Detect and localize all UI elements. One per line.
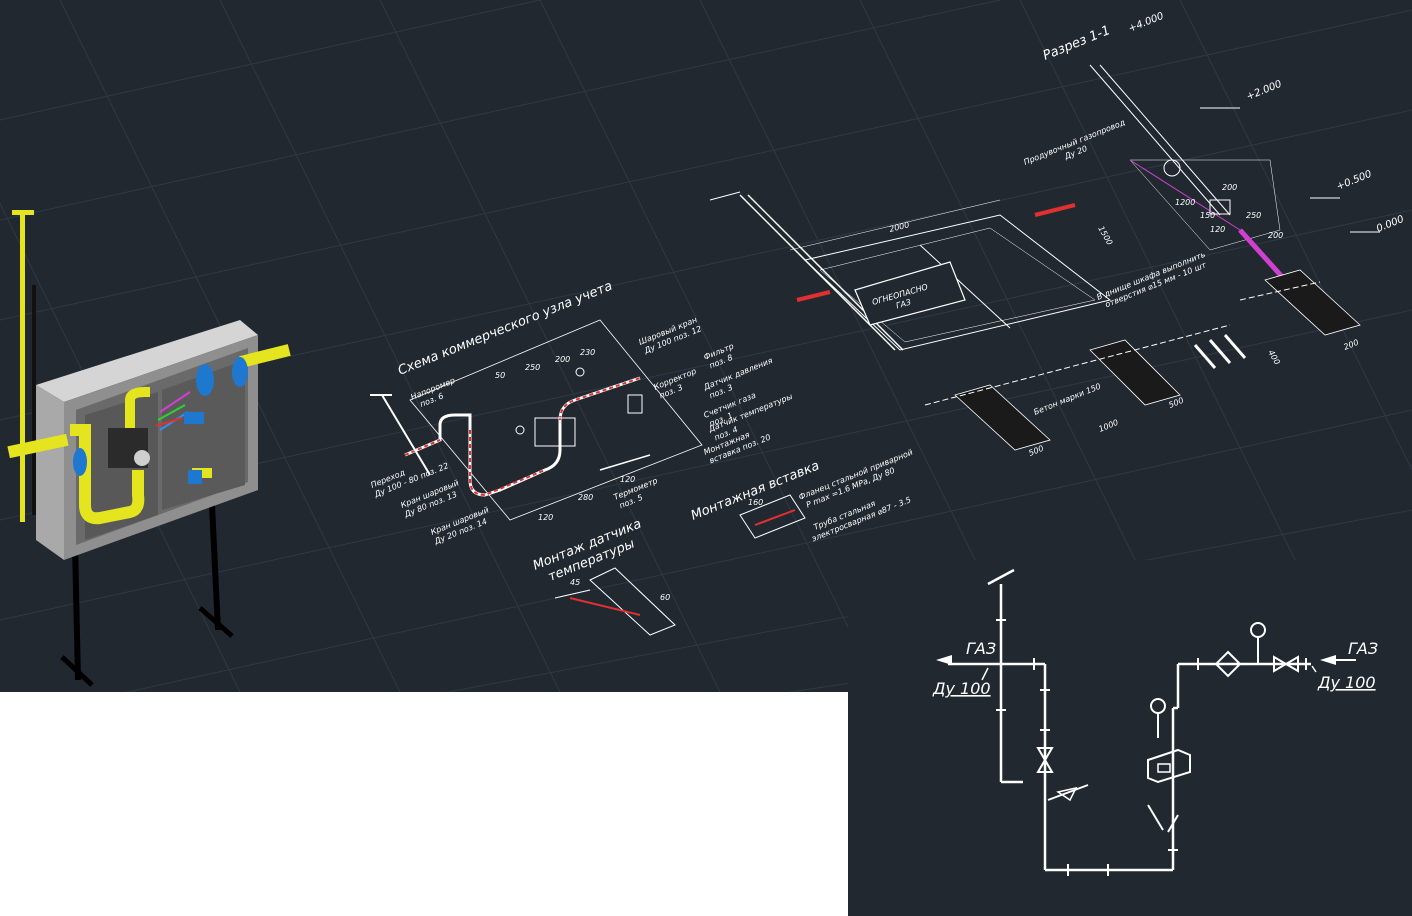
arrow-out-icon: [936, 655, 952, 665]
scheme-dim-top-4: 230: [580, 348, 595, 357]
gas-in-dn: Ду 100: [1317, 673, 1376, 692]
scheme-title: Схема коммерческого узла учета: [396, 279, 615, 379]
gas-out-dn: Ду 100: [932, 679, 991, 698]
dim-400: 400: [1266, 349, 1281, 367]
flow-schematic: ГАЗ Ду 100 ГАЗ Ду 100: [932, 568, 1378, 876]
pressure-gauge-icon: [1250, 622, 1266, 664]
gas-out-label: ГАЗ: [966, 639, 996, 658]
dim-200: 200: [1222, 183, 1237, 192]
schematic-viewport[interactable]: ГАЗ Ду 100 ГАЗ Ду 100: [848, 560, 1412, 916]
pressure-regulator-icon: [1047, 784, 1089, 802]
dim-150b: 120: [1210, 225, 1225, 234]
scheme-dim-bottom-3: 120: [620, 475, 635, 484]
gas-meter-icon: [1147, 748, 1191, 784]
scheme-dim-top-3: 200: [555, 355, 570, 364]
gas-in-label: ГАЗ: [1348, 639, 1378, 658]
dim-250: 250: [1246, 211, 1261, 220]
mounting-insert-detail: Монтажная вставка 160 Фланец стальной пр…: [689, 448, 914, 544]
dim-200c: 200: [1342, 338, 1360, 352]
elev-2000: +2.000: [1245, 79, 1283, 103]
sensor-dim-a: 45: [570, 578, 580, 587]
dim-2000: 2000: [888, 220, 910, 234]
arrow-in-icon: [1320, 655, 1336, 665]
scheme-dim-top-1: 50: [495, 371, 505, 380]
dim-1500: 1500: [1096, 225, 1114, 247]
cabinet-3d-model: [7, 210, 291, 687]
elev-0500: +0.500: [1335, 169, 1373, 193]
empty-canvas-area: [0, 692, 848, 916]
scheme-dim-bottom-2: 280: [578, 493, 593, 502]
dim-200b: 200: [1268, 231, 1283, 240]
concrete-label: Бетон марки 150: [1032, 382, 1102, 417]
meter-gauge-icon: [1150, 698, 1166, 738]
dim-150: 150: [1200, 211, 1215, 220]
dim-1200: 1200: [1175, 198, 1195, 207]
section-title: Разрез 1-1: [1041, 23, 1113, 64]
insert-dim: 160: [748, 498, 763, 507]
dim-1000: 1000: [1097, 418, 1119, 434]
purge-pipeline-label: Продувочный газопровод: [1022, 118, 1126, 167]
temperature-sensor-detail: Монтаж датчика температуры 45 60: [531, 517, 676, 636]
elev-4000: +4.000: [1127, 11, 1165, 35]
scheme-dim-top-2: 250: [525, 363, 540, 372]
sensor-dim-b: 60: [660, 593, 670, 602]
scheme-dim-bottom-1: 120: [538, 513, 553, 522]
